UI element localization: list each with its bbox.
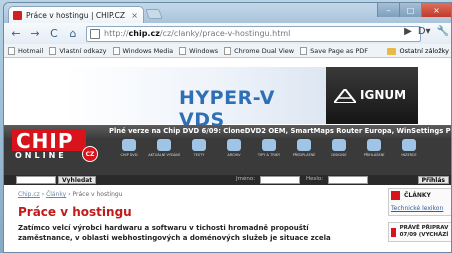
tab-active[interactable]: Práce v hostingu | CHIP.CZ × — [8, 6, 144, 23]
wrench-icon[interactable]: 🔧 — [437, 26, 449, 37]
upcoming-issue-box: PRÁVĚ PŘIPRAV 07/09 (VYCHÁZÍ — [388, 222, 451, 242]
dvd-icon — [122, 139, 136, 151]
name-label: Jméno: — [236, 176, 256, 182]
online-logo-text: ONLINE — [15, 151, 67, 160]
article-perex: Zatímco velcí výrobci hardwaru a softwar… — [18, 224, 331, 242]
articles-icon — [391, 191, 400, 200]
close-window-button[interactable]: × — [421, 3, 451, 17]
site-nav: Chip DVD Aktuální vydání Testy Archiv Ti… — [116, 139, 422, 157]
chip-online-logo[interactable]: CHIP ONLINE CZ — [12, 129, 100, 162]
maximize-button[interactable]: □ — [399, 3, 421, 17]
bookmark-page-icon — [8, 46, 15, 55]
upcoming-issue-title[interactable]: PRÁVĚ PŘIPRAV 07/09 (VYCHÁZÍ — [400, 225, 450, 239]
nav-item-chip-dvd[interactable]: Chip DVD — [116, 139, 142, 157]
back-icon[interactable]: ← — [9, 27, 23, 41]
bookmark-chrome-dual-view[interactable]: Chrome Dual View — [224, 46, 294, 55]
articles-box: ČLÁNKY Technické lexikon — [388, 188, 451, 216]
bookmark-hotmail[interactable]: Hotmail — [8, 46, 43, 55]
new-tab-button[interactable] — [145, 9, 163, 19]
login-icon — [367, 139, 381, 151]
bookmark-page-icon — [179, 46, 187, 55]
bookmark-save-page-pdf[interactable]: Save Page as PDF — [300, 46, 368, 55]
tab-strip: Práce v hostingu | CHIP.CZ × – □ × — [4, 3, 451, 23]
promo-text[interactable]: Plné verze na Chip DVD 6/09: CloneDVD2 O… — [109, 127, 451, 135]
bookmarks-bar: Hotmail Vlastní odkazy Windows Media Win… — [4, 44, 451, 58]
monitor-icon — [192, 139, 206, 151]
articles-box-header: ČLÁNKY — [389, 189, 451, 202]
nav-item-testy[interactable]: Testy — [186, 139, 212, 157]
magazine-icon — [157, 139, 171, 151]
nav-item-inzerce[interactable]: Inzerce — [396, 139, 422, 157]
nav-item-prihlaseni[interactable]: Přihlášení — [361, 139, 387, 157]
breadcrumb-home[interactable]: Chip.cz — [18, 191, 40, 198]
go-icon[interactable]: ▶ — [404, 26, 412, 37]
upcoming-issue-header: PRÁVĚ PŘIPRAV 07/09 (VYCHÁZÍ — [389, 223, 451, 241]
right-sidebar: ČLÁNKY Technické lexikon PRÁVĚ PŘIPRAV 0… — [388, 188, 451, 248]
site-search-input[interactable] — [16, 176, 56, 184]
site-header: Plné verze na Chip DVD 6/09: CloneDVD2 O… — [4, 125, 451, 175]
forward-icon[interactable]: → — [28, 27, 42, 41]
breadcrumb-section[interactable]: Články — [46, 191, 66, 198]
tab-title: Práce v hostingu | CHIP.CZ — [26, 10, 126, 20]
home-icon[interactable]: ⌂ — [66, 27, 80, 41]
articles-box-title: ČLÁNKY — [404, 192, 431, 199]
banner-left-panel: HYPER-V VDS — [64, 67, 326, 131]
ad-banner[interactable]: HYPER-V VDS IGNUM — [64, 67, 418, 131]
name-input[interactable] — [260, 176, 300, 184]
browser-toolbar: ← → C ⌂ http://chip.cz/cz/clanky/prace-v… — [4, 23, 451, 44]
bookmark-windows[interactable]: Windows — [179, 46, 218, 55]
nav-item-archiv[interactable]: Archiv — [221, 139, 247, 157]
bookmark-page-icon — [300, 46, 308, 55]
web-page: HYPER-V VDS IGNUM Plné verze na Chip DVD… — [4, 58, 451, 252]
password-input[interactable] — [328, 176, 368, 184]
nav-item-tipy[interactable]: Tipy & triky — [256, 139, 282, 157]
banner-brand-panel: IGNUM — [326, 67, 418, 124]
toolbar-right: ▶ D▾ 🔧 — [404, 26, 449, 37]
other-bookmarks[interactable]: Ostatní záložky — [387, 47, 449, 55]
login-button[interactable]: Přihlás — [417, 176, 449, 184]
breadcrumb: Chip.cz › Články › Práce v hostingu — [18, 191, 123, 198]
search-button[interactable]: Vyhledat — [58, 176, 97, 184]
page-menu-icon[interactable]: D▾ — [418, 26, 431, 37]
ignum-brand: IGNUM — [360, 88, 407, 102]
archive-icon — [227, 139, 241, 151]
window-controls: – □ × — [377, 3, 451, 17]
ignum-logo-icon — [334, 89, 356, 103]
ads-icon — [402, 139, 416, 151]
search-login-bar: Vyhledat Jméno: Heslo: Přihlás — [4, 175, 451, 185]
cz-badge: CZ — [82, 146, 98, 162]
page-icon — [90, 28, 100, 39]
chip-logo-box: CHIP — [12, 129, 86, 153]
breadcrumb-current: Práce v hostingu — [72, 191, 123, 198]
address-bar[interactable]: http://chip.cz/cz/clanky/prace-v-hosting… — [86, 25, 421, 42]
nav-item-predplatne[interactable]: Předplatné — [291, 139, 317, 157]
issue-icon — [391, 227, 396, 237]
bookmark-page-icon — [224, 46, 232, 55]
password-label: Heslo: — [306, 176, 324, 182]
nav-item-aktualni[interactable]: Aktuální vydání — [148, 139, 180, 157]
chip-favicon-icon — [13, 10, 22, 20]
nav-item-diskuse[interactable]: Diskuse — [326, 139, 352, 157]
reload-icon[interactable]: C — [47, 27, 61, 41]
chip-logo-text: CHIP — [16, 129, 74, 153]
discussion-icon — [332, 139, 346, 151]
browser-window: Práce v hostingu | CHIP.CZ × – □ × ← → C… — [3, 2, 452, 253]
article-title: Práce v hostingu — [18, 205, 132, 219]
bookmark-page-icon — [112, 46, 120, 55]
tips-icon — [262, 139, 276, 151]
tab-close-icon[interactable]: × — [131, 11, 138, 20]
bookmark-vlastni-odkazy[interactable]: Vlastní odkazy — [49, 46, 107, 55]
subscription-icon — [297, 139, 311, 151]
technical-lexicon-link[interactable]: Technické lexikon — [389, 202, 451, 215]
url-text: http://chip.cz/cz/clanky/prace-v-hosting… — [104, 29, 291, 38]
bookmark-windows-media[interactable]: Windows Media — [112, 46, 173, 55]
bookmark-page-icon — [49, 46, 57, 55]
folder-icon — [387, 47, 397, 55]
minimize-button[interactable]: – — [377, 3, 399, 17]
